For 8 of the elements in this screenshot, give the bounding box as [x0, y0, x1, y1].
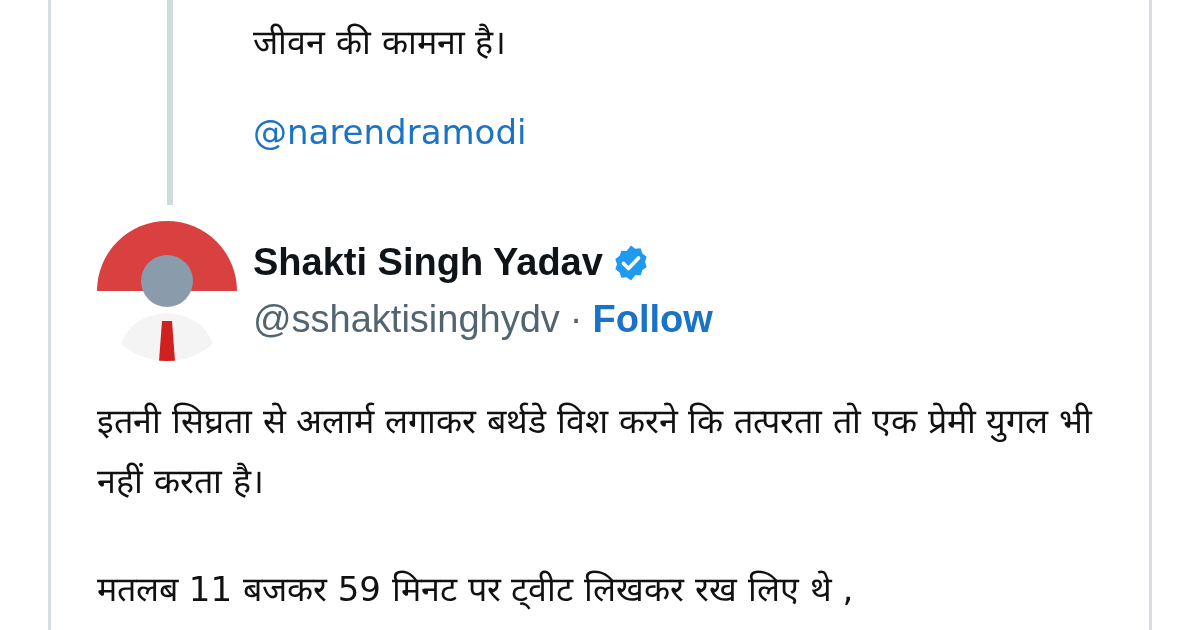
- tweet-text: इतनी सिघ्रता से अलार्म लगाकर बर्थडे विश करने कि तत्परता तो एक प्रेमी युगल भी नहीं करता है।: [97, 400, 1094, 503]
- mention-link[interactable]: @narendramodi: [253, 112, 527, 152]
- follow-link[interactable]: Follow: [592, 298, 713, 341]
- author-name[interactable]: Shakti Singh Yadav: [253, 241, 603, 284]
- separator-dot: ·: [569, 298, 583, 341]
- tweet-text: जीवन की कामना है।: [253, 21, 508, 64]
- author-handle: @sshaktisinghydv: [253, 298, 560, 341]
- tweet-text: मतलब 11 बजकर 59 मिनट पर ट्वीट लिखकर रख लिए थे ,: [97, 568, 855, 612]
